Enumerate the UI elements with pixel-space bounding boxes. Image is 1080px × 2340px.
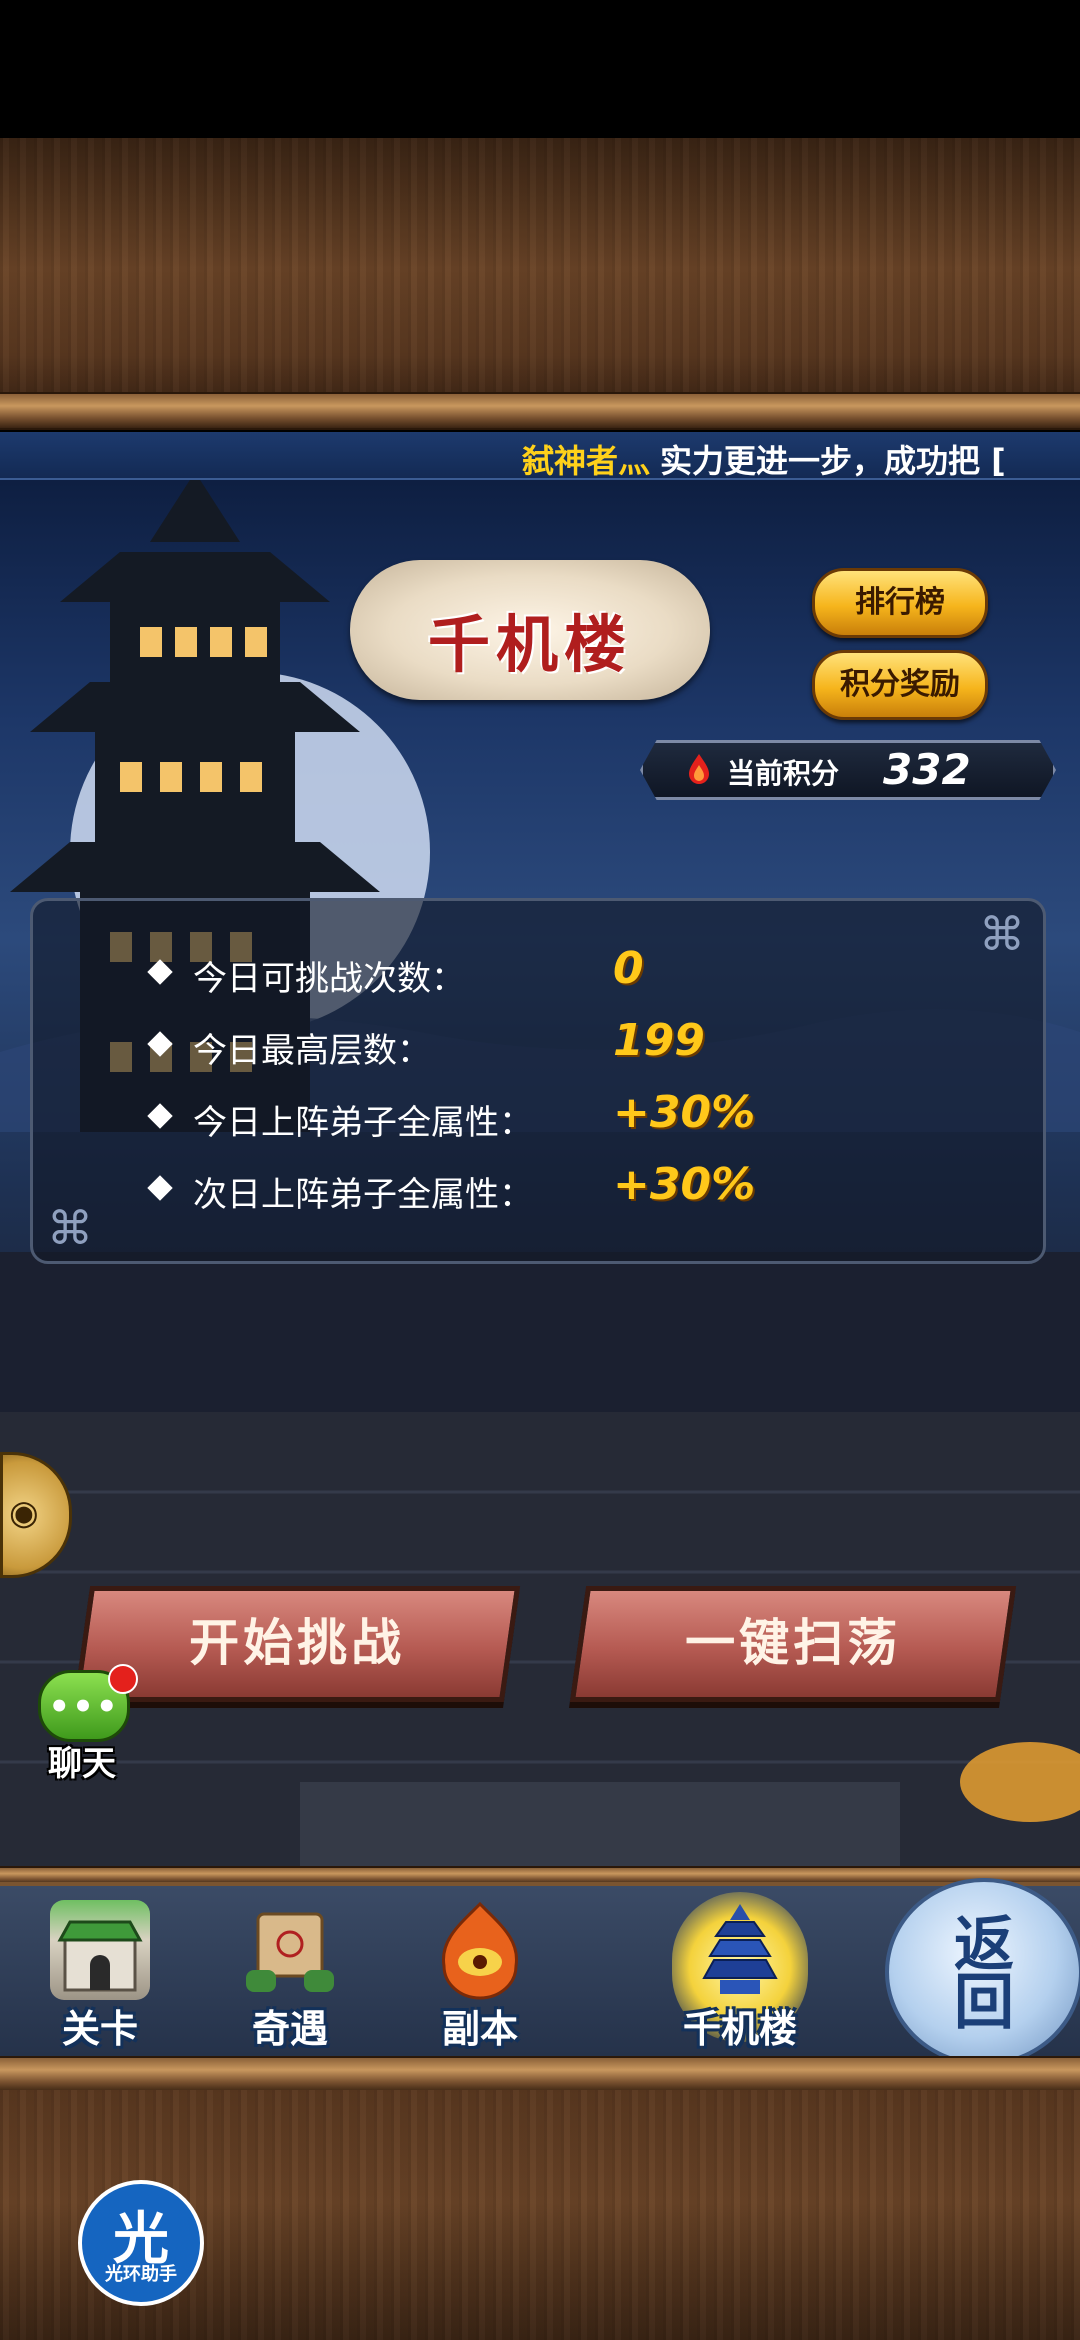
ticker-message: 实力更进一步，成功把 [ [660,442,1006,480]
nav-label: 关卡 [61,2006,138,2051]
chat-label: 聊天 [48,1744,116,1784]
broadcast-ticker: 弑神者灬 实力更进一步，成功把 [ [0,432,1080,480]
current-score-bar: 当前积分 332 [640,740,1056,800]
chat-dots: ••• [48,1687,120,1727]
diamond-bullet-icon [147,959,173,985]
corner-ornament-icon: ⌘ [47,1201,93,1255]
info-value: +30% [613,1159,756,1210]
score-label: 当前积分 [727,757,840,790]
flame-eye-icon [430,1900,530,2000]
nav-item-stages[interactable]: 关卡 [20,1886,180,2056]
diamond-bullet-icon [147,1103,173,1129]
diamond-bullet-icon [147,1175,173,1201]
info-label: 今日可挑战次数： [193,959,465,999]
nav-label: 千机楼 [682,2006,797,2051]
start-challenge-button[interactable]: 开始挑战 [73,1586,521,1702]
nav-item-dungeon[interactable]: 副本 [400,1886,560,2056]
mask-icon: ◉ [9,1493,39,1533]
title-banner: 千机楼 [350,560,710,700]
return-button[interactable]: 返回 [885,1878,1080,2066]
corner-ornament-icon: ⌘ [979,907,1025,961]
start-challenge-label: 开始挑战 [189,1613,406,1672]
nav-item-adventure[interactable]: 奇遇 [210,1886,370,2056]
score-value: 332 [883,745,971,794]
notification-dot [108,1664,138,1694]
nav-label: 奇遇 [251,2006,328,2051]
nav-label: 副本 [441,2006,518,2051]
info-value: 199 [613,1015,705,1066]
wood-rail-top [0,392,1080,430]
page-title: 千机楼 [427,608,632,681]
one-click-sweep-button[interactable]: 一键扫荡 [569,1586,1017,1702]
wood-frame-top [0,138,1080,428]
nav-item-tower[interactable]: 千机楼 [660,1886,820,2056]
points-reward-button[interactable]: 积分奖励 [812,650,988,720]
info-value: 0 [613,943,644,994]
return-label: 返回 [954,1910,1014,2038]
ticker-player-name: 弑神者灬 [522,442,651,480]
fortress-gate-icon [50,1900,150,2000]
halo-assistant-button[interactable]: 光 光环助手 [78,2180,204,2306]
info-label: 次日上阵弟子全属性： [193,1175,533,1215]
scroll-map-icon [240,1900,340,2000]
info-label: 今日上阵弟子全属性： [193,1103,533,1143]
ranking-button[interactable]: 排行榜 [812,568,988,638]
info-label: 今日最高层数： [193,1031,431,1071]
flame-icon [689,754,709,784]
sweep-label: 一键扫荡 [685,1613,902,1672]
pagoda-icon [690,1900,790,2000]
diamond-bullet-icon [147,1031,173,1057]
wood-rail-bottom [0,2056,1080,2094]
status-bar [0,0,1080,138]
chat-button[interactable]: ••• 聊天 [8,1664,138,1784]
daily-info-panel: ⌘ ⌘ 今日可挑战次数： 0 今日最高层数： 199 今日上阵弟子全属性： +3… [30,898,1046,1264]
info-value: +30% [613,1087,756,1138]
helper-label: 光环助手 [105,2264,177,2285]
